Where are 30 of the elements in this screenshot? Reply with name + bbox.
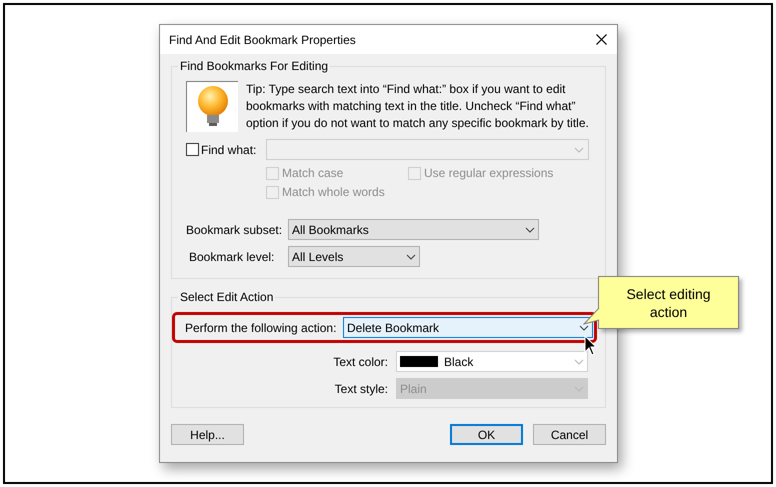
tip-text: Tip: Type search text into “Find what:” box if you want to edit bookmarks with matching text in the title. Uncheck “Find what” option if you do not want to match any specific bookmark by title. bbox=[246, 81, 590, 132]
field-label: Text color: bbox=[332, 354, 389, 370]
field-label: Bookmark level: bbox=[188, 248, 276, 266]
level-dropdown[interactable]: All Levels bbox=[288, 246, 420, 267]
dialog-button[interactable]: OK bbox=[450, 424, 523, 445]
group-title: Select Edit Action bbox=[178, 290, 276, 304]
text-color-dropdown[interactable]: Black bbox=[396, 351, 588, 372]
option-label: Match case bbox=[282, 165, 344, 182]
find-what-label: Find what: bbox=[201, 142, 258, 158]
chevron-down-icon bbox=[579, 324, 589, 330]
action-dropdown[interactable]: Delete Bookmark bbox=[343, 317, 593, 338]
dialog-button[interactable]: Help... bbox=[171, 424, 244, 445]
subset-dropdown[interactable]: All Bookmarks bbox=[288, 219, 539, 240]
dialog-button[interactable]: Cancel bbox=[533, 424, 606, 445]
chevron-down-icon bbox=[574, 358, 584, 364]
field-label: Bookmark subset: bbox=[186, 222, 284, 238]
option-label: Use regular expressions bbox=[424, 165, 554, 182]
chevron-down-icon bbox=[574, 146, 584, 152]
window-title: Find And Edit Bookmark Properties bbox=[169, 32, 356, 48]
group-title: Find Bookmarks For Editing bbox=[178, 59, 330, 73]
close-icon[interactable] bbox=[596, 34, 607, 45]
field-label: Perform the following action: bbox=[185, 320, 338, 336]
chevron-down-icon bbox=[406, 254, 416, 260]
callout-text: Select editing action bbox=[625, 284, 712, 320]
dropdown-value: Black bbox=[444, 354, 474, 370]
option-label: Match whole words bbox=[282, 184, 385, 201]
field-label: Text style: bbox=[334, 380, 389, 398]
lightbulb-icon bbox=[186, 81, 238, 132]
cursor-icon bbox=[584, 335, 598, 357]
chevron-down-icon bbox=[525, 226, 535, 232]
